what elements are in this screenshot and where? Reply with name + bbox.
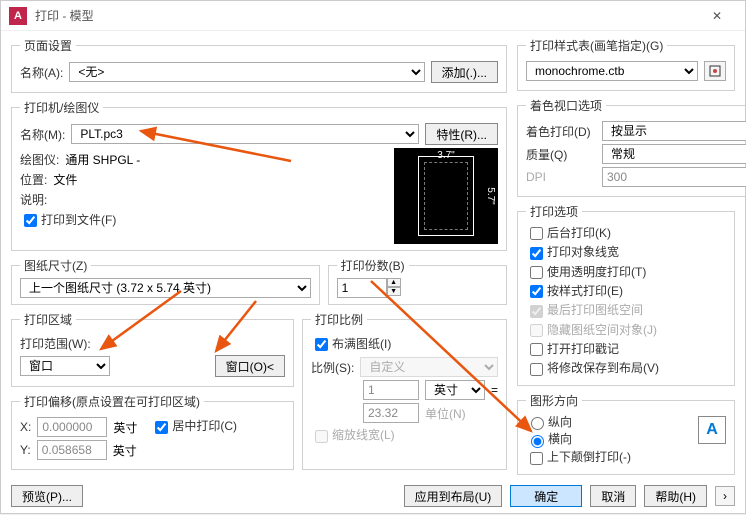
scale-unit1-select[interactable]: 英寸 xyxy=(425,380,485,400)
page-setup-group: 页面设置 名称(A): <无> 添加(.)... xyxy=(11,37,507,93)
printer-name-label: 名称(M): xyxy=(20,126,65,143)
paper-preview: 3.7" 5.7" xyxy=(394,148,498,244)
shaded-viewport-legend: 着色视口选项 xyxy=(526,97,606,114)
plotter-value: 通用 SHPGL - xyxy=(65,151,140,168)
style-table-select[interactable]: monochrome.ctb xyxy=(526,61,698,81)
copies-group: 打印份数(B) ▲▼ xyxy=(328,257,507,305)
plot-range-label: 打印范围(W): xyxy=(20,335,91,352)
shade-plot-select[interactable]: 按显示 xyxy=(602,121,746,141)
window-title: 打印 - 模型 xyxy=(35,7,697,24)
opt-paperspace-last: 最后打印图纸空间 xyxy=(526,303,643,317)
scale-unit2-label: 单位(N) xyxy=(425,405,466,422)
quality-select[interactable]: 常规 xyxy=(602,144,746,164)
opt-transparency[interactable]: 使用透明度打印(T) xyxy=(526,265,646,279)
page-name-select[interactable]: <无> xyxy=(69,62,424,82)
scale-legend: 打印比例 xyxy=(311,311,367,328)
ok-button[interactable]: 确定 xyxy=(510,485,582,507)
plot-options-group: 打印选项 后台打印(K) 打印对象线宽 使用透明度打印(T) 按样式打印(E) … xyxy=(517,203,735,386)
shaded-viewport-group: 着色视口选项 着色打印(D) 按显示 质量(Q) 常规 DPI xyxy=(517,97,746,197)
opt-save-layout[interactable]: 将修改保存到布局(V) xyxy=(526,361,659,375)
app-logo: A xyxy=(9,7,27,25)
orient-portrait[interactable]: 纵向 xyxy=(526,415,572,429)
offset-x-input xyxy=(37,417,107,437)
paper-size-group: 图纸尺寸(Z) 上一个图纸尺寸 (3.72 x 5.74 英寸) xyxy=(11,257,320,305)
offset-legend: 打印偏移(原点设置在可打印区域) xyxy=(20,393,204,410)
spin-down[interactable]: ▼ xyxy=(387,287,401,296)
quality-label: 质量(Q) xyxy=(526,146,596,163)
print-to-file-checkbox[interactable]: 打印到文件(F) xyxy=(20,211,116,230)
copies-input[interactable] xyxy=(337,278,387,298)
offset-group: 打印偏移(原点设置在可打印区域) X: 英寸 居中打印(C) Y: 英寸 xyxy=(11,393,294,470)
plot-options-legend: 打印选项 xyxy=(526,203,582,220)
preview-button[interactable]: 预览(P)... xyxy=(11,485,83,507)
location-value: 文件 xyxy=(53,171,77,188)
scale-group: 打印比例 布满图纸(I) 比例(S): 自定义 英寸 = xyxy=(302,311,507,470)
orientation-group: 图形方向 纵向 横向 A 上下颠倒打印(-) xyxy=(517,392,735,475)
scale-label: 比例(S): xyxy=(311,359,354,376)
help-button[interactable]: 帮助(H) xyxy=(644,485,707,507)
orientation-legend: 图形方向 xyxy=(526,392,582,409)
copies-spinner[interactable]: ▲▼ xyxy=(337,278,498,298)
paper-size-select[interactable]: 上一个图纸尺寸 (3.72 x 5.74 英寸) xyxy=(20,278,311,298)
opt-background[interactable]: 后台打印(K) xyxy=(526,226,611,240)
printer-group: 打印机/绘图仪 名称(M): PLT.pc3 特性(R)... 绘图仪: 通用 S… xyxy=(11,99,507,251)
close-button[interactable]: ✕ xyxy=(697,2,737,30)
plot-range-select[interactable]: 窗口 xyxy=(20,356,110,376)
page-setup-legend: 页面设置 xyxy=(20,37,76,54)
style-table-legend: 打印样式表(画笔指定)(G) xyxy=(526,37,667,54)
window-button[interactable]: 窗口(O)< xyxy=(215,355,285,377)
plot-area-legend: 打印区域 xyxy=(20,311,76,328)
offset-y-input xyxy=(37,440,107,460)
cancel-button[interactable]: 取消 xyxy=(590,485,636,507)
spin-up[interactable]: ▲ xyxy=(387,278,401,287)
page-name-label: 名称(A): xyxy=(20,64,63,81)
offset-y-unit: 英寸 xyxy=(113,442,137,459)
scale-select: 自定义 xyxy=(360,357,498,377)
opt-plot-stamp[interactable]: 打开打印戳记 xyxy=(526,342,619,356)
dpi-label: DPI xyxy=(526,170,596,184)
scale-unit1-input xyxy=(363,380,419,400)
orient-upside-down[interactable]: 上下颠倒打印(-) xyxy=(526,450,631,464)
offset-x-unit: 英寸 xyxy=(113,419,137,436)
location-label: 位置: xyxy=(20,171,47,188)
paper-size-legend: 图纸尺寸(Z) xyxy=(20,257,91,274)
center-plot-checkbox[interactable]: 居中打印(C) xyxy=(151,417,237,436)
orient-landscape[interactable]: 横向 xyxy=(526,432,572,446)
plotter-label: 绘图仪: xyxy=(20,151,59,168)
copies-legend: 打印份数(B) xyxy=(337,257,409,274)
equals-label: = xyxy=(491,383,498,397)
opt-styles[interactable]: 按样式打印(E) xyxy=(526,284,623,298)
shade-plot-label: 着色打印(D) xyxy=(526,123,596,140)
opt-lineweights[interactable]: 打印对象线宽 xyxy=(526,245,619,259)
printer-props-button[interactable]: 特性(R)... xyxy=(425,123,498,145)
printer-legend: 打印机/绘图仪 xyxy=(20,99,103,116)
opt-hide-paperspace: 隐藏图纸空间对象(J) xyxy=(526,323,657,337)
dim-height: 5.7" xyxy=(485,187,496,204)
printer-name-select[interactable]: PLT.pc3 xyxy=(71,124,419,144)
add-button[interactable]: 添加(.)... xyxy=(431,61,498,83)
fit-to-paper-checkbox[interactable]: 布满图纸(I) xyxy=(311,335,391,354)
style-edit-button[interactable] xyxy=(704,61,726,81)
style-table-group: 打印样式表(画笔指定)(G) monochrome.ctb xyxy=(517,37,735,91)
expand-button[interactable]: › xyxy=(715,486,735,506)
offset-x-label: X: xyxy=(20,420,31,434)
offset-y-label: Y: xyxy=(20,443,31,457)
apply-layout-button[interactable]: 应用到布局(U) xyxy=(404,485,503,507)
desc-label: 说明: xyxy=(20,191,47,208)
orientation-icon: A xyxy=(698,416,726,444)
scale-unit2-input xyxy=(363,403,419,423)
dpi-input xyxy=(602,167,746,187)
plot-area-group: 打印区域 打印范围(W): 窗口 窗口(O)< xyxy=(11,311,294,387)
scale-lineweights-checkbox: 缩放线宽(L) xyxy=(311,426,395,445)
